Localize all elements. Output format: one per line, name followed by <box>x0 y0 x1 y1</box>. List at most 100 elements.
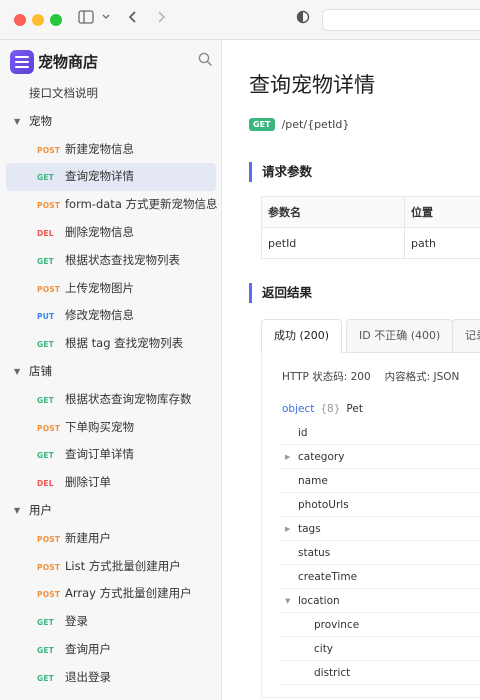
search-icon[interactable] <box>198 52 213 71</box>
sidebar-item-label: 查询宠物详情 <box>65 169 134 184</box>
schema-field-row: district <box>282 661 480 685</box>
response-tabs: 成功 (200) ID 不正确 (400) 记录不存在 (404) <box>261 319 480 353</box>
shield-icon[interactable] <box>296 10 310 30</box>
sidebar-item-endpoint[interactable]: GET 查询宠物详情 <box>6 163 216 192</box>
schema-field-name: location <box>298 595 340 607</box>
schema-field-name: city <box>314 643 334 655</box>
method-badge: GET <box>249 118 275 131</box>
sidebar-item-label: 根据 tag 查找宠物列表 <box>65 336 184 351</box>
tab-bad-id-400[interactable]: ID 不正确 (400) <box>346 319 454 353</box>
response-meta: HTTP 状态码: 200 内容格式: JSON <box>282 369 459 384</box>
sidebar-item-endpoint[interactable]: GET 登录 <box>0 608 222 636</box>
schema-field-row: id <box>282 421 480 445</box>
sidebar-item-label: Array 方式批量创建用户 <box>65 586 192 601</box>
sidebar-group[interactable]: ▼ 宠物 <box>0 108 222 136</box>
sidebar-item-endpoint[interactable]: POST 下单购买宠物 <box>0 414 222 442</box>
sidebar-item-label: 根据状态查询宠物库存数 <box>65 391 192 406</box>
zoom-window-button[interactable] <box>50 14 62 26</box>
sidebar-item-endpoint[interactable]: POST List 方式批量创建用户 <box>0 553 222 581</box>
window-titlebar <box>0 0 480 40</box>
sidebar-item-endpoint[interactable]: POST Array 方式批量创建用户 <box>0 580 222 608</box>
schema-field-row[interactable]: ▼ location <box>282 589 480 613</box>
sidebar-item-label: form-data 方式更新宠物信息 <box>65 197 218 212</box>
schema-field-count: {8} <box>320 403 341 415</box>
sidebar-item-label: 新建宠物信息 <box>65 141 134 156</box>
tab-success-200[interactable]: 成功 (200) <box>261 319 343 353</box>
caret-right-icon[interactable]: ▶ <box>285 445 290 469</box>
schema-field-name: province <box>314 619 360 631</box>
sidebar-item-endpoint[interactable]: DEL 删除订单 <box>0 469 222 497</box>
sidebar-item-label: 查询用户 <box>65 641 111 656</box>
schema-field-row: city <box>282 637 480 661</box>
sidebar-item-label: 删除订单 <box>65 475 111 490</box>
sidebar-item-label: 查询订单详情 <box>65 447 134 462</box>
sidebar-item-endpoint[interactable]: DEL 删除宠物信息 <box>0 219 222 247</box>
app-title: 宠物商店 <box>38 53 99 71</box>
sidebar-item-label: List 方式批量创建用户 <box>65 558 181 573</box>
request-params-heading: 请求参数 <box>249 162 312 182</box>
caret-right-icon[interactable]: ▶ <box>285 517 290 541</box>
schema-field-row[interactable]: ▶ category <box>282 445 480 469</box>
close-window-button[interactable] <box>14 14 26 26</box>
sidebar-item-endpoint[interactable]: POST form-data 方式更新宠物信息 <box>0 191 222 219</box>
params-header-location: 位置 <box>404 196 480 228</box>
sidebar-item-endpoint[interactable]: GET 根据 tag 查找宠物列表 <box>0 330 222 358</box>
sidebar-item-label: 新建用户 <box>65 530 111 545</box>
method-label: POST <box>37 201 61 211</box>
app-logo <box>10 50 34 74</box>
method-label: GET <box>37 340 54 350</box>
back-arrow-icon[interactable] <box>127 10 139 30</box>
param-name-cell: petId <box>261 227 405 259</box>
sidebar-nav: 接口文档说明 ▼ 宠物 POST 新建宠物信息 GET 查询宠物详情 POST form-da… <box>0 80 222 692</box>
method-label: PUT <box>37 312 55 322</box>
caret-down-icon[interactable]: ▼ <box>14 108 20 136</box>
schema-field-row: status <box>282 541 480 565</box>
sidebar-item-label: 删除宠物信息 <box>65 224 134 239</box>
sidebar-group[interactable]: ▼ 用户 <box>0 497 222 525</box>
caret-down-icon[interactable]: ▼ <box>14 497 20 525</box>
params-header-name: 参数名 <box>261 196 405 228</box>
forward-arrow-icon[interactable] <box>155 10 167 30</box>
sidebar-item-label: 根据状态查找宠物列表 <box>65 252 180 267</box>
sidebar-item-endpoint[interactable]: GET 退出登录 <box>0 664 222 692</box>
sidebar-item-endpoint[interactable]: GET 根据状态查询宠物库存数 <box>0 386 222 414</box>
sidebar-group-label: 宠物 <box>29 113 52 128</box>
schema-field-row[interactable]: ▶ tags <box>282 517 480 541</box>
schema-field-name: district <box>314 667 351 679</box>
method-label: GET <box>37 451 54 461</box>
tab-not-found-404[interactable]: 记录不存在 (404) <box>452 319 480 353</box>
schema-field-name: id <box>298 427 308 439</box>
schema-name: Pet <box>346 403 363 415</box>
sidebar-item-endpoint[interactable]: GET 根据状态查找宠物列表 <box>0 247 222 275</box>
sidebar-group[interactable]: ▼ 店铺 <box>0 358 222 386</box>
method-label: GET <box>37 645 54 655</box>
schema-field-row: province <box>282 613 480 637</box>
sidebar-item-endpoint[interactable]: GET 查询用户 <box>0 636 222 664</box>
method-label: POST <box>37 562 61 572</box>
schema-field-row: createTime <box>282 565 480 589</box>
sidebar-item-endpoint[interactable]: GET 查询订单详情 <box>0 441 222 469</box>
address-bar[interactable] <box>322 9 480 31</box>
response-heading: 返回结果 <box>249 283 312 303</box>
method-label: DEL <box>37 228 54 238</box>
method-label: POST <box>37 423 61 433</box>
caret-down-icon[interactable]: ▼ <box>285 589 290 613</box>
sidebar-item-endpoint[interactable]: POST 上传宠物图片 <box>0 275 222 303</box>
sidebar-item-endpoint[interactable]: PUT 修改宠物信息 <box>0 302 222 330</box>
caret-down-icon[interactable]: ▼ <box>14 358 20 386</box>
path-text: /pet/{petId} <box>281 118 350 131</box>
chevron-down-icon[interactable] <box>101 10 111 30</box>
method-label: POST <box>37 284 61 294</box>
page-title: 查询宠物详情 <box>249 73 375 97</box>
schema-field-name: createTime <box>298 571 358 583</box>
sidebar-item-endpoint[interactable]: POST 新建用户 <box>0 525 222 553</box>
sidebar-item-endpoint[interactable]: POST 新建宠物信息 <box>0 136 222 164</box>
minimize-window-button[interactable] <box>32 14 44 26</box>
sidebar-item-docs[interactable]: 接口文档说明 <box>0 80 222 108</box>
method-label: POST <box>37 534 61 544</box>
method-label: GET <box>37 395 54 405</box>
sidebar-group-label: 店铺 <box>29 363 52 378</box>
sidebar-toggle-icon[interactable] <box>78 10 94 30</box>
sidebar-item-label: 下单购买宠物 <box>65 419 134 434</box>
method-label: POST <box>37 590 61 600</box>
